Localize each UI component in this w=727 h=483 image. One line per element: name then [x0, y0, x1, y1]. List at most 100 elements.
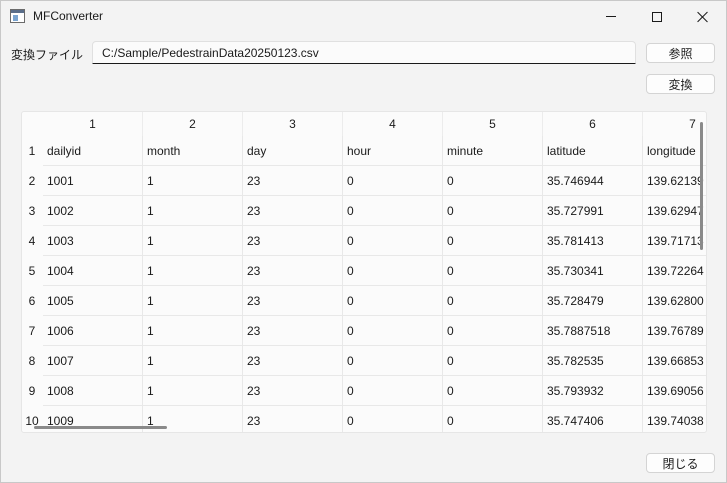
table-cell[interactable]: 139.71713: [643, 226, 706, 256]
file-label: 変換ファイル: [11, 48, 84, 62]
table-cell[interactable]: 0: [343, 286, 443, 316]
row-header[interactable]: 5: [22, 256, 42, 286]
column-header[interactable]: 2: [143, 112, 243, 136]
table-cell[interactable]: 23: [243, 286, 343, 316]
table-cell[interactable]: 0: [443, 346, 543, 376]
table-cell[interactable]: 0: [343, 226, 443, 256]
table-cell[interactable]: 23: [243, 316, 343, 346]
table-cell[interactable]: 1: [143, 256, 243, 286]
table-cell[interactable]: 23: [243, 226, 343, 256]
table-cell[interactable]: 0: [343, 406, 443, 432]
table-cell[interactable]: 0: [443, 226, 543, 256]
table-cell[interactable]: hour: [343, 136, 443, 166]
table-cell[interactable]: latitude: [543, 136, 643, 166]
maximize-button[interactable]: [634, 1, 680, 32]
table-cell[interactable]: 35.781413: [543, 226, 643, 256]
column-header[interactable]: 3: [243, 112, 343, 136]
column-header[interactable]: 6: [543, 112, 643, 136]
table-cell[interactable]: 0: [343, 346, 443, 376]
table-cell[interactable]: 0: [343, 166, 443, 196]
minimize-button[interactable]: [588, 1, 634, 32]
table-cell[interactable]: 35.793932: [543, 376, 643, 406]
vertical-scrollbar[interactable]: [700, 122, 703, 250]
table-cell[interactable]: 0: [343, 196, 443, 226]
column-header[interactable]: 5: [443, 112, 543, 136]
table-cell[interactable]: 0: [343, 316, 443, 346]
table-cell[interactable]: 139.72264: [643, 256, 706, 286]
table-cell[interactable]: 1001: [43, 166, 143, 196]
table-cell[interactable]: 1007: [43, 346, 143, 376]
minimize-icon: [606, 16, 616, 17]
row-header[interactable]: 1: [22, 136, 42, 166]
table-cell[interactable]: 35.782535: [543, 346, 643, 376]
table-cell[interactable]: 1006: [43, 316, 143, 346]
horizontal-scrollbar[interactable]: [34, 426, 167, 429]
row-header[interactable]: 8: [22, 346, 42, 376]
table-cell[interactable]: 1005: [43, 286, 143, 316]
table-cell[interactable]: 139.62800: [643, 286, 706, 316]
table-cell[interactable]: dailyid: [43, 136, 143, 166]
table-cell[interactable]: 1002: [43, 196, 143, 226]
table-cell[interactable]: 23: [243, 376, 343, 406]
table-cell[interactable]: 1: [143, 346, 243, 376]
table-cell[interactable]: 0: [443, 316, 543, 346]
browse-button[interactable]: 参照: [646, 43, 715, 63]
table-cell[interactable]: 1: [143, 376, 243, 406]
table-cell[interactable]: 139.62139: [643, 166, 706, 196]
close-button[interactable]: 閉じる: [646, 453, 715, 473]
close-window-button[interactable]: [680, 1, 726, 32]
column-header[interactable]: 4: [343, 112, 443, 136]
table-cell[interactable]: 35.747406: [543, 406, 643, 432]
table-cell[interactable]: 35.746944: [543, 166, 643, 196]
row-header[interactable]: 3: [22, 196, 42, 226]
table-cell[interactable]: 0: [443, 406, 543, 432]
table-cell[interactable]: 1: [143, 226, 243, 256]
row-header[interactable]: 4: [22, 226, 42, 256]
table-cell[interactable]: 35.727991: [543, 196, 643, 226]
table-cell[interactable]: 1: [143, 316, 243, 346]
data-table[interactable]: 1 2 3 4 5 6 7 1 2 3 4 5 6 7 8 9 10 dailyid month day hour min…: [21, 111, 707, 433]
table-cell[interactable]: 1004: [43, 256, 143, 286]
table-cell[interactable]: 35.730341: [543, 256, 643, 286]
table-cell[interactable]: 1: [143, 196, 243, 226]
table-cell[interactable]: minute: [443, 136, 543, 166]
row-header[interactable]: 7: [22, 316, 42, 346]
table-cell[interactable]: 35.7887518: [543, 316, 643, 346]
table-cell[interactable]: 139.66853: [643, 346, 706, 376]
table-cell[interactable]: 139.69056: [643, 376, 706, 406]
table-cell[interactable]: 1003: [43, 226, 143, 256]
table-cell[interactable]: longitude: [643, 136, 706, 166]
table-cell[interactable]: 0: [443, 196, 543, 226]
row-header[interactable]: 9: [22, 376, 42, 406]
table-cell[interactable]: 1: [143, 166, 243, 196]
maximize-icon: [652, 11, 662, 22]
table-cell[interactable]: 23: [243, 166, 343, 196]
table-cell[interactable]: 0: [443, 376, 543, 406]
title-bar[interactable]: MFConverter: [1, 1, 726, 32]
file-path-input[interactable]: [92, 41, 636, 64]
close-icon: [697, 11, 709, 23]
window-title: MFConverter: [33, 9, 104, 23]
table-cell[interactable]: month: [143, 136, 243, 166]
table-cell[interactable]: 0: [443, 166, 543, 196]
table-cell[interactable]: 0: [343, 256, 443, 286]
table-cell[interactable]: 0: [443, 256, 543, 286]
table-cell[interactable]: 139.76789: [643, 316, 706, 346]
table-cell[interactable]: 23: [243, 406, 343, 432]
table-cell[interactable]: 139.74038: [643, 406, 706, 432]
table-cell[interactable]: day: [243, 136, 343, 166]
table-cell[interactable]: 23: [243, 196, 343, 226]
table-cell[interactable]: 0: [443, 286, 543, 316]
convert-button[interactable]: 変換: [646, 74, 715, 94]
table-cell[interactable]: 23: [243, 346, 343, 376]
table-cell[interactable]: 23: [243, 256, 343, 286]
table-cell[interactable]: 1: [143, 286, 243, 316]
table-cell[interactable]: 35.728479: [543, 286, 643, 316]
table-cell[interactable]: 1008: [43, 376, 143, 406]
row-header[interactable]: 2: [22, 166, 42, 196]
table-cell[interactable]: 139.62947: [643, 196, 706, 226]
column-header[interactable]: 7: [643, 112, 706, 136]
column-header[interactable]: 1: [43, 112, 143, 136]
row-header[interactable]: 6: [22, 286, 42, 316]
table-cell[interactable]: 0: [343, 376, 443, 406]
